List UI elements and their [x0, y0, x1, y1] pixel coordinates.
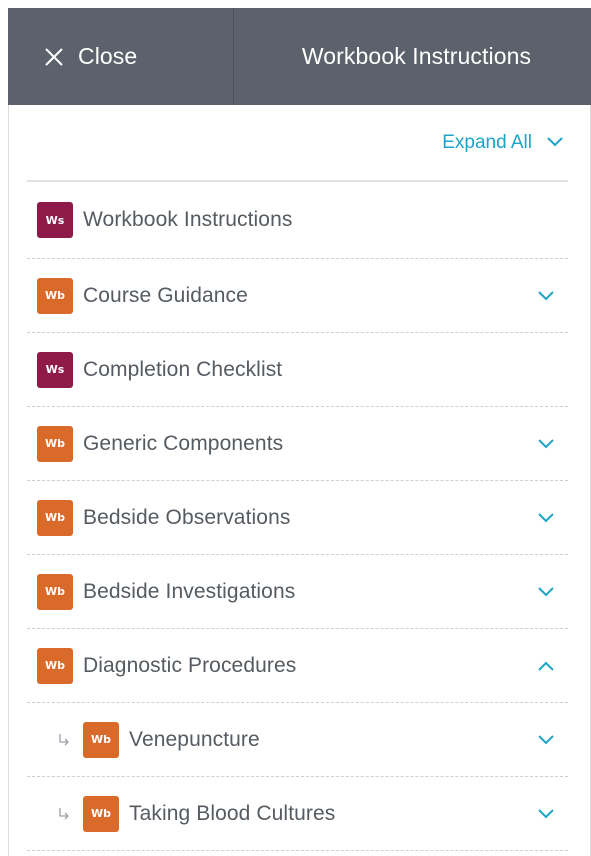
worksheet-badge-icon: Ws	[37, 202, 73, 238]
list-item-label: Venepuncture	[129, 727, 260, 751]
list-item[interactable]: Ws Workbook Instructions	[27, 182, 568, 259]
close-label: Close	[78, 43, 138, 69]
list-item-label: Course Guidance	[83, 283, 248, 307]
worksheet-badge-icon: Ws	[37, 351, 73, 388]
workbook-nav-drawer: Close Workbook Instructions Expand All W…	[8, 8, 591, 856]
workbook-badge-icon: Wb	[37, 499, 73, 536]
list-item-label: Taking Blood Cultures	[129, 801, 336, 825]
list-item[interactable]: Wb Generic Components	[27, 407, 568, 481]
close-icon	[44, 47, 64, 67]
workbook-badge-icon: Wb	[37, 573, 73, 610]
workbook-badge-icon: Wb	[83, 795, 119, 832]
contents-panel: Expand All Ws Workbook Instructions Wb Cour…	[8, 105, 591, 856]
sub-list-item[interactable]: Wb Venepuncture	[27, 703, 568, 777]
list-item[interactable]: Ws Completion Checklist	[27, 333, 568, 407]
chevron-down-icon	[546, 132, 564, 154]
list-item[interactable]: Wb Bedside Investigations	[27, 555, 568, 629]
workbook-badge-icon: Wb	[83, 721, 119, 758]
expand-row: Expand All	[27, 105, 568, 182]
list-item-label: Completion Checklist	[83, 357, 283, 381]
chevron-down-icon[interactable]	[526, 808, 566, 820]
chevron-down-icon[interactable]	[526, 438, 566, 450]
close-button[interactable]: Close	[8, 8, 234, 105]
list-item-label: Diagnostic Procedures	[83, 653, 297, 677]
chevron-up-icon[interactable]	[526, 660, 566, 672]
list-item-label: Bedside Investigations	[83, 579, 296, 603]
list-item[interactable]: Wb Course Guidance	[27, 259, 568, 333]
top-bar: Close Workbook Instructions	[8, 8, 591, 105]
list-item-label: Bedside Observations	[83, 505, 291, 529]
list-item-label: Workbook Instructions	[83, 208, 293, 231]
expand-all-button[interactable]: Expand All	[442, 132, 568, 154]
chevron-down-icon[interactable]	[526, 512, 566, 524]
list-item[interactable]: Wb Diagnostic Procedures	[27, 629, 568, 703]
contents-list: Ws Workbook Instructions Wb Course Guidance…	[27, 182, 568, 851]
subitem-arrow-icon	[57, 807, 71, 821]
workbook-badge-icon: Wb	[37, 277, 73, 314]
list-item[interactable]: Wb Bedside Observations	[27, 481, 568, 555]
expand-all-label: Expand All	[442, 131, 532, 153]
workbook-badge-icon: Wb	[37, 647, 73, 684]
chevron-down-icon[interactable]	[526, 290, 566, 302]
workbook-badge-icon: Wb	[37, 425, 73, 462]
list-item-label: Generic Components	[83, 431, 284, 455]
chevron-down-icon[interactable]	[526, 734, 566, 746]
subitem-arrow-icon	[57, 733, 71, 747]
sub-list-item[interactable]: Wb Taking Blood Cultures	[27, 777, 568, 851]
page-title: Workbook Instructions	[301, 43, 532, 69]
chevron-down-icon[interactable]	[526, 586, 566, 598]
